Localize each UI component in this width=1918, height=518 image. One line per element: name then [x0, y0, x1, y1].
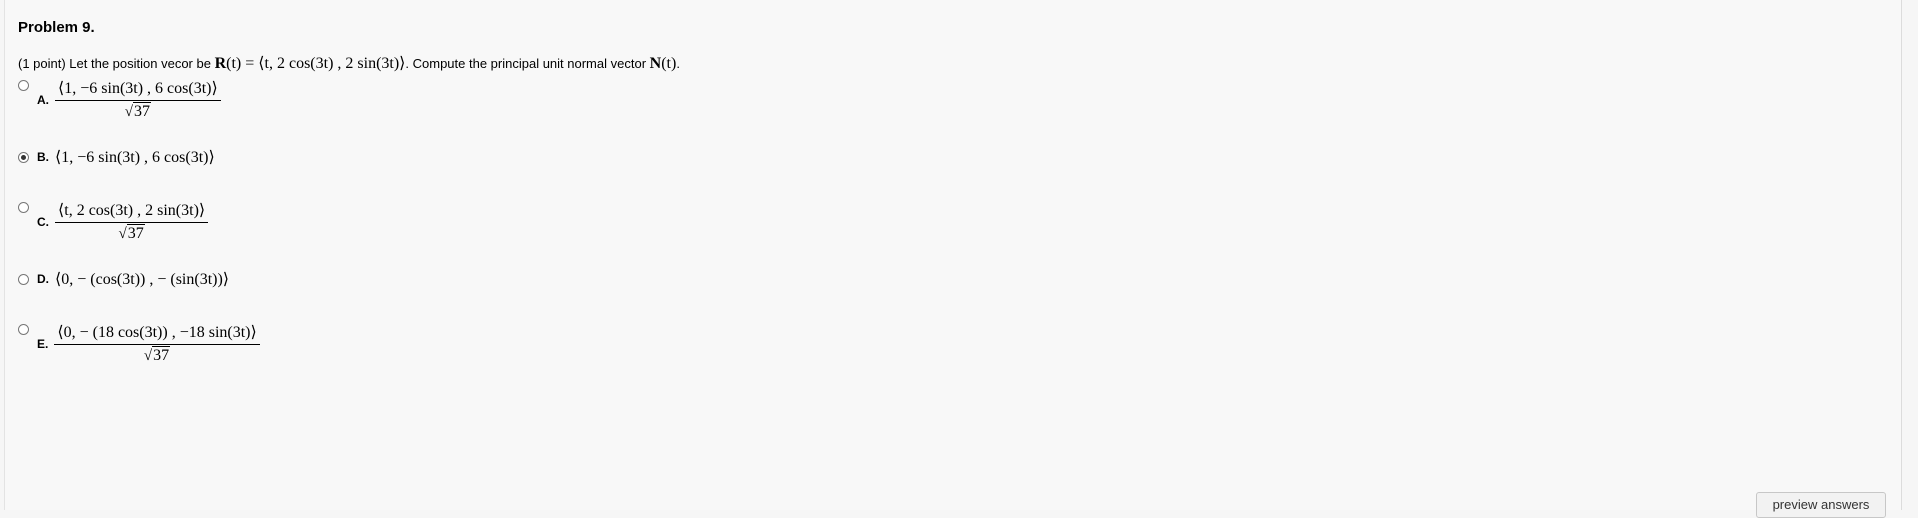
option-e-radio[interactable]: [18, 324, 29, 335]
option-a-radio[interactable]: [18, 80, 29, 91]
option-c[interactable]: C. ⟨t, 2 cos(3t) , 2 sin(3t)⟩ √37: [18, 200, 209, 243]
option-b-expression: ⟨1, −6 sin(3t) , 6 cos(3t)⟩: [55, 149, 215, 166]
option-d-expression: ⟨0, − (cos(3t)) , − (sin(3t))⟩: [55, 271, 230, 288]
option-b-letter: B.: [37, 150, 49, 164]
position-vector-def: R(t) = ⟨t, 2 cos(3t) , 2 sin(3t)⟩: [214, 55, 406, 72]
option-e-numerator: ⟨0, − (18 cos(3t)) , −18 sin(3t)⟩: [54, 322, 260, 345]
option-a[interactable]: A. ⟨1, −6 sin(3t) , 6 cos(3t)⟩ √37: [18, 78, 221, 121]
problem-title: Problem 9.: [18, 19, 95, 36]
option-c-fraction: ⟨t, 2 cos(3t) , 2 sin(3t)⟩ √37: [55, 200, 209, 243]
option-c-radio[interactable]: [18, 202, 29, 213]
preview-answers-button[interactable]: preview answers: [1756, 492, 1886, 518]
option-c-denominator: √37: [118, 224, 145, 242]
option-e-fraction: ⟨0, − (18 cos(3t)) , −18 sin(3t)⟩ √37: [54, 322, 260, 365]
problem-panel: Problem 9. (1 point) Let the position ve…: [4, 0, 1902, 510]
option-e-letter: E.: [37, 336, 49, 351]
statement-instruction: . Compute the principal unit normal vect…: [405, 56, 647, 71]
option-b-radio[interactable]: [18, 151, 29, 163]
option-a-fraction: ⟨1, −6 sin(3t) , 6 cos(3t)⟩ √37: [55, 78, 221, 121]
statement-text: (1 point) Let the position vecor be: [18, 56, 211, 71]
option-d-letter: D.: [37, 272, 49, 286]
option-a-letter: A.: [37, 92, 49, 107]
option-e-denominator: √37: [143, 346, 171, 364]
normal-vector-symbol: N(t): [649, 55, 677, 72]
option-a-numerator: ⟨1, −6 sin(3t) , 6 cos(3t)⟩: [55, 78, 221, 101]
option-c-letter: C.: [37, 214, 49, 229]
option-a-denominator: √37: [124, 102, 151, 120]
problem-statement: (1 point) Let the position vecor be R(t)…: [18, 55, 680, 72]
option-d-radio[interactable]: [18, 273, 29, 285]
option-e[interactable]: E. ⟨0, − (18 cos(3t)) , −18 sin(3t)⟩ √37: [18, 322, 260, 365]
option-b[interactable]: B. ⟨1, −6 sin(3t) , 6 cos(3t)⟩: [18, 147, 215, 167]
option-c-numerator: ⟨t, 2 cos(3t) , 2 sin(3t)⟩: [55, 200, 209, 223]
option-d[interactable]: D. ⟨0, − (cos(3t)) , − (sin(3t))⟩: [18, 269, 229, 289]
